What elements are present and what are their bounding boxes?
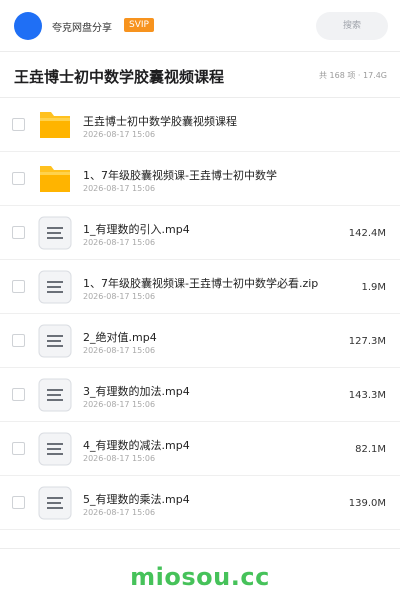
- select-checkbox[interactable]: [12, 388, 25, 401]
- file-size: 127.3M: [348, 336, 386, 347]
- file-date: 2026-08-17 15:06: [83, 238, 156, 247]
- select-checkbox[interactable]: [12, 280, 25, 293]
- select-checkbox[interactable]: [12, 226, 25, 239]
- document-icon: [38, 486, 72, 520]
- folder-meta: 共 168 项 · 17.4G: [319, 71, 387, 80]
- file-size: 142.4M: [348, 228, 386, 239]
- list-item[interactable]: 3_有理数的加法.mp4 2026-08-17 15:06 143.3M: [0, 368, 400, 422]
- app-header: 夸克网盘分享 SVIP 搜索: [0, 0, 400, 52]
- footer: miosou.cc: [0, 548, 400, 600]
- file-date: 2026-08-17 15:06: [83, 400, 156, 409]
- file-name: 2_绝对值.mp4: [83, 331, 157, 344]
- list-item[interactable]: 5_有理数的乘法.mp4 2026-08-17 15:06 139.0M: [0, 476, 400, 530]
- select-checkbox[interactable]: [12, 334, 25, 347]
- list-item[interactable]: 1、7年级胶囊视频课-王垚博士初中数学 2026-08-17 15:06: [0, 152, 400, 206]
- file-name: 1_有理数的引入.mp4: [83, 223, 190, 236]
- file-name: 1、7年级胶囊视频课-王垚博士初中数学: [83, 169, 277, 182]
- document-icon: [38, 270, 72, 304]
- file-name: 1、7年级胶囊视频课-王垚博士初中数学必看.zip: [83, 277, 319, 290]
- file-size: 1.9M: [361, 282, 386, 293]
- file-date: 2026-08-17 15:06: [83, 292, 156, 301]
- document-icon: [38, 378, 72, 412]
- file-name: 3_有理数的加法.mp4: [83, 385, 190, 398]
- share-brand-label: 夸克网盘分享: [52, 23, 112, 34]
- file-size: 143.3M: [348, 390, 386, 401]
- document-icon: [38, 216, 72, 250]
- file-date: 2026-08-17 15:06: [83, 346, 156, 355]
- file-size: 82.1M: [355, 444, 386, 455]
- search-input[interactable]: 搜索: [316, 12, 388, 40]
- file-size: 139.0M: [348, 498, 386, 509]
- select-checkbox[interactable]: [12, 496, 25, 509]
- list-item[interactable]: 1、7年级胶囊视频课-王垚博士初中数学必看.zip 2026-08-17 15:…: [0, 260, 400, 314]
- file-date: 2026-08-17 15:06: [83, 508, 156, 517]
- file-list: 王垚博士初中数学胶囊视频课程 2026-08-17 15:06 1、7年级胶囊视…: [0, 98, 400, 530]
- select-checkbox[interactable]: [12, 442, 25, 455]
- list-item[interactable]: 王垚博士初中数学胶囊视频课程 2026-08-17 15:06: [0, 98, 400, 152]
- list-item[interactable]: 2_绝对值.mp4 2026-08-17 15:06 127.3M: [0, 314, 400, 368]
- list-item[interactable]: 4_有理数的减法.mp4 2026-08-17 15:06 82.1M: [0, 422, 400, 476]
- document-icon: [38, 324, 72, 358]
- document-icon: [38, 432, 72, 466]
- select-checkbox[interactable]: [12, 118, 25, 131]
- select-checkbox[interactable]: [12, 172, 25, 185]
- file-date: 2026-08-17 15:06: [83, 184, 156, 193]
- page-title: 王垚博士初中数学胶囊视频课程: [14, 68, 225, 86]
- folder-icon: [40, 112, 70, 138]
- avatar[interactable]: [14, 12, 42, 40]
- site-watermark: miosou.cc: [130, 563, 270, 591]
- file-name: 王垚博士初中数学胶囊视频课程: [83, 115, 237, 128]
- list-item[interactable]: 1_有理数的引入.mp4 2026-08-17 15:06 142.4M: [0, 206, 400, 260]
- folder-title-bar: 王垚博士初中数学胶囊视频课程 共 168 项 · 17.4G: [0, 52, 400, 98]
- file-date: 2026-08-17 15:06: [83, 454, 156, 463]
- svip-badge: SVIP: [124, 18, 154, 32]
- file-date: 2026-08-17 15:06: [83, 130, 156, 139]
- folder-icon: [40, 166, 70, 192]
- file-name: 4_有理数的减法.mp4: [83, 439, 190, 452]
- file-name: 5_有理数的乘法.mp4: [83, 493, 190, 506]
